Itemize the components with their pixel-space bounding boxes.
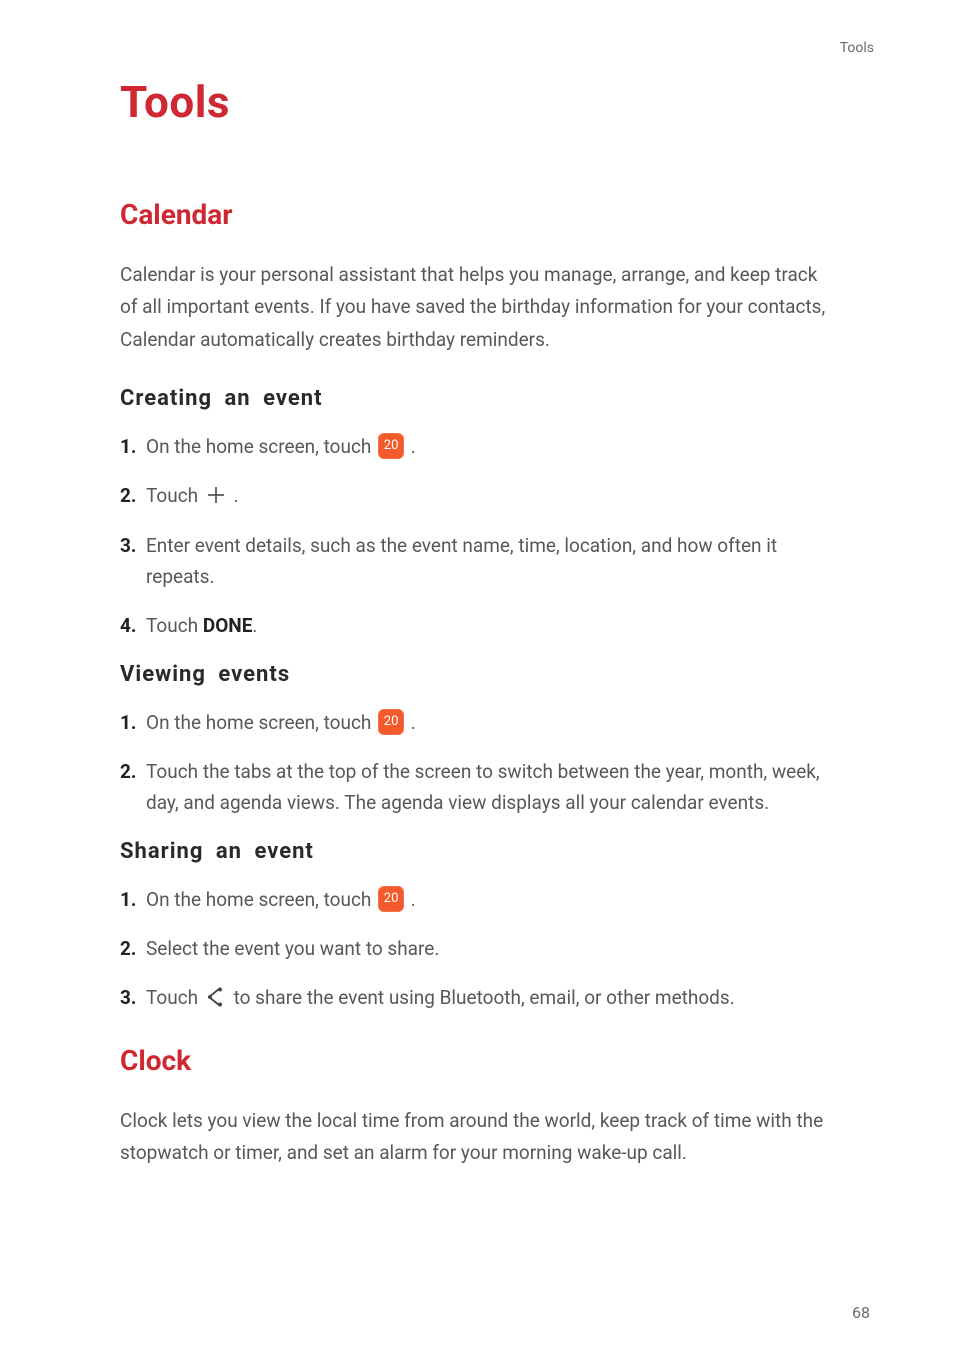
step-body: On the home screen, touch 20 .: [146, 431, 834, 462]
step-text-tail: .: [411, 711, 416, 734]
step-body: Select the event you want to share.: [146, 933, 834, 964]
viewing-step-1: 1. On the home screen, touch 20 .: [120, 707, 834, 738]
calendar-app-icon: 20: [378, 709, 404, 735]
running-header: Tools: [840, 40, 874, 56]
step-number: 3.: [120, 982, 146, 1013]
sharing-step-2: 2. Select the event you want to share.: [120, 933, 834, 964]
step-body: On the home screen, touch 20 .: [146, 707, 834, 738]
calendar-app-icon: 20: [378, 433, 404, 459]
sharing-event-heading: Sharing an event: [120, 839, 834, 864]
clock-heading: Clock: [120, 1044, 834, 1077]
viewing-step-2: 2. Touch the tabs at the top of the scre…: [120, 756, 834, 819]
step-text-tail: .: [234, 484, 239, 507]
step-text-tail: .: [411, 435, 416, 458]
step-text: On the home screen, touch: [146, 435, 376, 458]
plus-icon: [205, 484, 227, 507]
step-text: On the home screen, touch: [146, 888, 376, 911]
step-number: 1.: [120, 431, 146, 462]
step-body: On the home screen, touch 20 .: [146, 884, 834, 915]
step-body: Touch DONE.: [146, 610, 834, 641]
step-number: 1.: [120, 707, 146, 738]
step-text: Touch: [146, 614, 203, 637]
step-number: 2.: [120, 756, 146, 787]
step-body: Touch the tabs at the top of the screen …: [146, 756, 834, 819]
creating-step-1: 1. On the home screen, touch 20 .: [120, 431, 834, 462]
step-text: On the home screen, touch: [146, 711, 376, 734]
step-number: 2.: [120, 480, 146, 511]
viewing-events-heading: Viewing events: [120, 662, 834, 687]
share-icon: [205, 986, 227, 1008]
step-number: 2.: [120, 933, 146, 964]
creating-event-heading: Creating an event: [120, 386, 834, 411]
step-number: 4.: [120, 610, 146, 641]
step-text: Touch: [146, 484, 203, 507]
sharing-step-3: 3. Touch to share the event using Blueto…: [120, 982, 834, 1013]
step-text-tail: .: [252, 614, 257, 637]
creating-step-2: 2. Touch .: [120, 480, 834, 511]
sharing-step-1: 1. On the home screen, touch 20 .: [120, 884, 834, 915]
creating-step-4: 4. Touch DONE.: [120, 610, 834, 641]
done-label: DONE: [203, 614, 253, 637]
step-text: Touch: [146, 986, 203, 1009]
creating-step-3: 3. Enter event details, such as the even…: [120, 530, 834, 593]
calendar-intro: Calendar is your personal assistant that…: [120, 259, 834, 356]
step-body: Touch .: [146, 480, 834, 511]
page-number: 68: [852, 1303, 870, 1322]
calendar-heading: Calendar: [120, 198, 834, 231]
step-text-tail: .: [411, 888, 416, 911]
step-text-tail: to share the event using Bluetooth, emai…: [234, 986, 735, 1009]
step-number: 3.: [120, 530, 146, 561]
step-body: Touch to share the event using Bluetooth…: [146, 982, 834, 1013]
calendar-app-icon: 20: [378, 886, 404, 912]
clock-intro: Clock lets you view the local time from …: [120, 1105, 834, 1170]
step-number: 1.: [120, 884, 146, 915]
page-title: Tools: [120, 76, 834, 128]
step-body: Enter event details, such as the event n…: [146, 530, 834, 593]
page-container: Tools Tools Calendar Calendar is your pe…: [0, 0, 954, 1352]
